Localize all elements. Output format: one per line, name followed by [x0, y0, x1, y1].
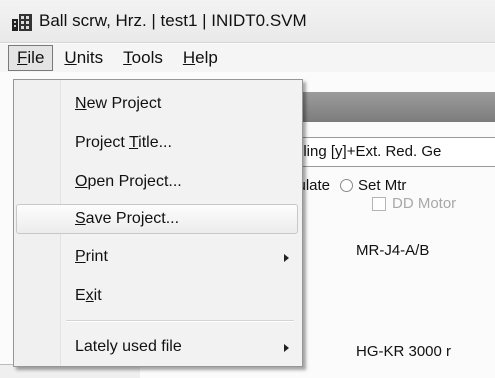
submenu-arrow-icon [284, 344, 289, 352]
menu-item-exit[interactable]: Exit [16, 281, 298, 311]
app-window: Ball scrw, Hrz. | test1 | INIDT0.SVM Fil… [0, 0, 495, 378]
menu-item-label: Open Project... [75, 173, 182, 190]
menu-item-label: New Project [75, 95, 162, 112]
set-motor-label[interactable]: Set Mtr [358, 177, 406, 194]
dd-motor-checkbox[interactable] [372, 196, 386, 211]
menu-item-label: Exit [75, 287, 102, 304]
menu-item-save-project[interactable]: Save Project... [16, 204, 298, 234]
motor-model: HG-KR 3000 r [356, 343, 452, 360]
file-menu-dropdown: New Project Project Title... Open Projec… [13, 79, 303, 367]
submenu-arrow-icon [284, 254, 289, 262]
dd-motor-row: DD Motor [372, 195, 456, 212]
menu-item-project-title[interactable]: Project Title... [16, 128, 298, 158]
menu-separator [66, 320, 294, 322]
calc-mode-row: culate Set Mtr [290, 177, 406, 194]
mechanism-field[interactable]: pling [y]+Ext. Red. Ge [290, 137, 495, 167]
set-motor-radio[interactable] [340, 179, 354, 192]
amplifier-model: MR-J4-A/B [356, 242, 430, 259]
mnemonic: F [17, 48, 28, 67]
menu-item-print[interactable]: Print [16, 242, 298, 272]
menu-item-label: Save Project... [75, 210, 180, 227]
menu-item-label: Print [75, 248, 108, 265]
mnemonic: U [64, 48, 77, 67]
menu-units[interactable]: Units [55, 45, 112, 71]
menu-item-open-project[interactable]: Open Project... [16, 167, 298, 197]
app-grid-icon [12, 14, 32, 31]
window-title: Ball scrw, Hrz. | test1 | INIDT0.SVM [39, 11, 307, 30]
mnemonic: T [123, 48, 132, 67]
menu-tools[interactable]: Tools [114, 45, 172, 71]
menu-item-label: Lately used file [75, 338, 182, 355]
menu-help[interactable]: Help [174, 45, 227, 71]
menu-item-new-project[interactable]: New Project [16, 89, 298, 119]
dd-motor-label: DD Motor [392, 195, 457, 212]
menu-bar: File Units Tools Help [0, 44, 495, 72]
menu-file[interactable]: File [8, 45, 54, 71]
title-bar: Ball scrw, Hrz. | test1 | INIDT0.SVM [0, 0, 495, 43]
menu-item-label: Project Title... [75, 134, 172, 151]
menu-item-lately-used-file[interactable]: Lately used file [16, 332, 298, 362]
mnemonic: H [182, 48, 196, 67]
panel-header-bar [290, 92, 495, 122]
